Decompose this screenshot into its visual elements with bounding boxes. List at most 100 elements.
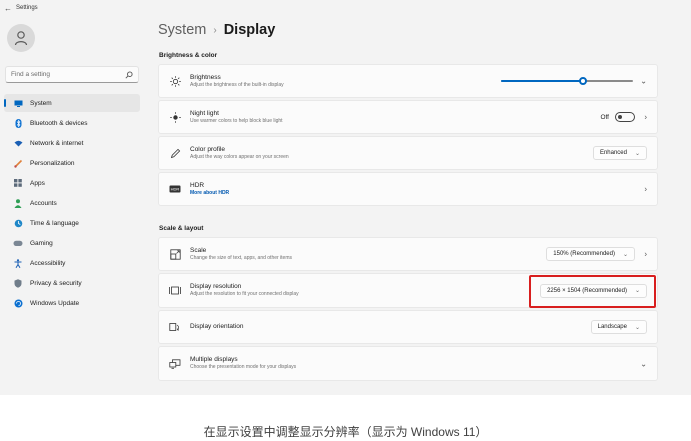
sidebar-item-privacy[interactable]: Privacy & security [4, 274, 140, 292]
sidebar-item-network[interactable]: Network & internet [4, 134, 140, 152]
brightness-slider[interactable] [501, 77, 633, 85]
sidebar-item-personalization[interactable]: Personalization [4, 154, 140, 172]
display-orientation-title: Display orientation [190, 323, 244, 330]
search-icon [125, 70, 133, 79]
slider-fill [501, 80, 583, 82]
resolution-icon [168, 285, 182, 297]
sidebar-item-accounts[interactable]: Accounts [4, 194, 140, 212]
sidebar-item-label: Windows Update [30, 299, 80, 307]
sun-icon [168, 75, 182, 87]
breadcrumb-display: Display [223, 22, 276, 38]
user-icon [14, 31, 28, 46]
wifi-icon [12, 138, 24, 148]
chevron-down-icon[interactable]: ⌄ [640, 359, 647, 368]
sidebar-item-gaming[interactable]: Gaming [4, 234, 140, 252]
chevron-right-icon[interactable]: › [644, 113, 647, 122]
multiple-displays-icon [168, 358, 182, 370]
brightness-title: Brightness [190, 73, 221, 81]
sidebar-item-accessibility[interactable]: Accessibility [4, 254, 140, 272]
scale-value: 150% (Recommended) [553, 251, 615, 257]
chevron-right-icon[interactable]: › [644, 185, 647, 194]
scale-subtitle: Change the size of text, apps, and other… [190, 254, 293, 261]
color-profile-title: Color profile [190, 145, 226, 153]
gamepad-icon [12, 238, 24, 248]
search-input[interactable]: Find a setting [5, 66, 139, 83]
sidebar-item-label: Accounts [30, 199, 57, 207]
brush-icon [12, 158, 24, 168]
brightness-subtitle: Adjust the brightness of the built-in di… [190, 81, 284, 88]
night-light-icon [168, 111, 182, 123]
breadcrumb-separator: › [213, 24, 217, 36]
display-resolution-title: Display resolution [190, 283, 242, 290]
night-light-title: Night light [190, 109, 219, 117]
display-orientation-dropdown[interactable]: Landscape ⌄ [590, 320, 647, 334]
night-light-subtitle: Use warmer colors to help block blue lig… [190, 117, 283, 124]
back-arrow-icon[interactable]: ← [0, 4, 16, 13]
sidebar-item-label: Privacy & security [30, 279, 82, 287]
sidebar-item-label: System [30, 99, 52, 107]
sidebar-item-windows-update[interactable]: Windows Update [4, 294, 140, 312]
shield-icon [12, 278, 24, 288]
title-bar: ← Settings [0, 0, 691, 16]
chevron-down-icon[interactable]: ⌄ [640, 77, 647, 86]
window-title: Settings [16, 5, 38, 11]
section-brightness-color: Brightness & color [159, 52, 218, 59]
hdr-more-link[interactable]: More about HDR [190, 190, 229, 197]
sidebar-item-label: Accessibility [30, 259, 66, 267]
toggle-knob [618, 115, 622, 119]
display-resolution-subtitle: Adjust the resolution to fit your connec… [190, 291, 299, 297]
sidebar-item-time-language[interactable]: Time & language [4, 214, 140, 232]
scale-dropdown[interactable]: 150% (Recommended) ⌄ [546, 247, 635, 261]
search-placeholder: Find a setting [11, 71, 51, 78]
apps-icon [12, 178, 24, 188]
color-profile-value: Enhanced [599, 150, 627, 156]
color-profile-subtitle: Adjust the way colors appear on your scr… [190, 153, 289, 160]
person-icon [12, 198, 24, 208]
orientation-icon [168, 321, 182, 333]
chevron-down-icon: ⌄ [634, 150, 640, 157]
slider-thumb[interactable] [578, 77, 587, 85]
multiple-displays-title: Multiple displays [190, 356, 238, 363]
scale-title: Scale [190, 246, 207, 254]
svg-text:HDR: HDR [171, 187, 180, 192]
bluetooth-icon [12, 118, 24, 128]
sidebar-item-system[interactable]: System [4, 94, 140, 112]
display-orientation-value: Landscape [597, 324, 627, 330]
chevron-right-icon[interactable]: › [644, 250, 647, 259]
resolution-highlight-box [529, 275, 656, 308]
display-orientation-card[interactable]: Display orientation Landscape ⌄ [158, 310, 658, 344]
sidebar-nav: System Bluetooth & devices Network & int… [4, 94, 140, 314]
night-light-toggle-group: Off [600, 112, 635, 122]
chevron-down-icon: ⌄ [634, 324, 640, 331]
sidebar-item-apps[interactable]: Apps [4, 174, 140, 192]
image-caption: 在显示设置中调整显示分辨率（显示为 Windows 11） [203, 425, 488, 439]
night-light-toggle[interactable] [615, 112, 635, 122]
scale-icon [168, 248, 182, 260]
settings-window: ← Settings Find a setting System Bluetoo… [0, 0, 691, 395]
hdr-card[interactable]: HDR HDR More about HDR › [158, 172, 658, 206]
multiple-displays-card[interactable]: Multiple displays Choose the presentatio… [158, 346, 658, 381]
chevron-down-icon: ⌄ [622, 251, 628, 258]
color-profile-dropdown[interactable]: Enhanced ⌄ [592, 146, 647, 160]
sidebar-item-bluetooth[interactable]: Bluetooth & devices [4, 114, 140, 132]
multiple-displays-subtitle: Choose the presentation mode for your di… [190, 364, 297, 370]
night-light-card[interactable]: Night light Use warmer colors to help bl… [158, 100, 658, 134]
sidebar-item-label: Time & language [30, 219, 79, 227]
pen-icon [168, 147, 182, 159]
avatar[interactable] [7, 24, 35, 52]
update-icon [12, 298, 24, 308]
globe-clock-icon [12, 218, 24, 228]
system-icon [12, 98, 24, 108]
color-profile-card[interactable]: Color profile Adjust the way colors appe… [158, 136, 658, 170]
accessibility-icon [12, 258, 24, 268]
hdr-icon: HDR [168, 183, 182, 195]
scale-card[interactable]: Scale Change the size of text, apps, and… [158, 237, 658, 271]
breadcrumb-system[interactable]: System [158, 22, 206, 38]
sidebar-item-label: Bluetooth & devices [30, 119, 88, 127]
section-scale-layout: Scale & layout [159, 225, 204, 232]
night-light-state: Off [600, 113, 609, 121]
sidebar-item-label: Personalization [30, 159, 75, 167]
sidebar-item-label: Gaming [30, 239, 53, 247]
brightness-card[interactable]: Brightness Adjust the brightness of the … [158, 64, 658, 98]
sidebar-item-label: Network & internet [30, 139, 84, 147]
